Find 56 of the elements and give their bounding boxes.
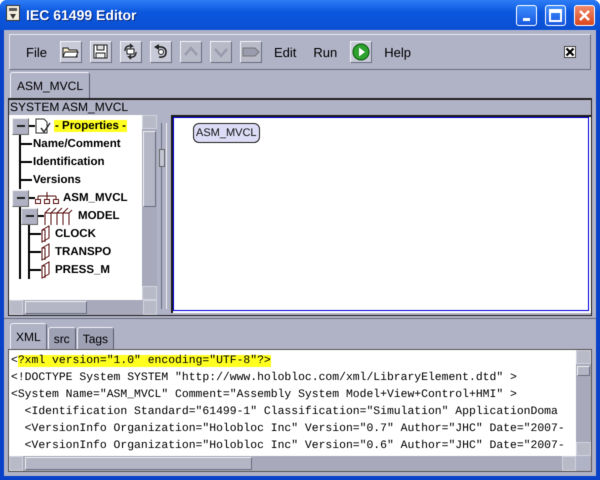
tree-item[interactable]: Identification — [32, 156, 106, 168]
system-node[interactable]: ASM_MVCL — [193, 123, 260, 143]
sync-button[interactable] — [120, 41, 142, 63]
document-icon — [35, 118, 51, 134]
tab[interactable]: XML — [10, 323, 47, 349]
minimize-icon — [523, 18, 530, 21]
maximize-icon — [549, 8, 562, 22]
tree-item[interactable]: TRANSPO — [54, 246, 112, 258]
horizontal-scrollbar[interactable] — [9, 456, 576, 471]
run-button[interactable] — [350, 41, 372, 63]
code-line: <?xml version="1.0" encoding="UTF-8"?> — [11, 354, 272, 369]
window-title: IEC 61499 Editor — [26, 7, 138, 23]
menu-item[interactable]: Run — [306, 40, 344, 64]
tab[interactable]: ASM_MVCL — [10, 72, 90, 98]
code-line: <!DOCTYPE System SYSTEM "http://www.holobloc.com/xml/LibraryElement.dtd" > — [11, 370, 518, 386]
minimize-button[interactable] — [516, 4, 537, 26]
collapse-toggle[interactable] — [12, 190, 29, 206]
code-line: <System Name="ASM_MVCL" Comment="Assembly System Model+View+Control+HMI" > — [11, 388, 518, 403]
revert-button[interactable] — [150, 41, 172, 63]
tab[interactable]: src — [48, 327, 76, 349]
resource-icon — [41, 225, 51, 243]
save-button[interactable] — [90, 41, 112, 63]
open-button[interactable] — [60, 41, 82, 63]
tree-item[interactable]: CLOCK — [54, 228, 97, 240]
tree-item[interactable]: Name/Comment — [32, 138, 122, 150]
xml-editor[interactable] — [9, 350, 576, 456]
tree-item[interactable]: Versions — [32, 174, 82, 186]
collapse-toggle[interactable] — [12, 118, 29, 134]
tab[interactable]: Tags — [76, 327, 114, 349]
resource-icon — [41, 243, 51, 261]
vertical-scrollbar[interactable] — [576, 350, 591, 456]
menu-item[interactable]: Help — [377, 40, 418, 64]
menu-item[interactable]: File — [19, 40, 54, 64]
close-icon — [578, 8, 591, 22]
tree-item[interactable]: ASM_MVCL — [62, 192, 129, 204]
code-line: <Identification Standard="61499-1" Classification="Simulation" ApplicationDoma — [24, 404, 559, 420]
menu-item[interactable]: Edit — [266, 40, 304, 64]
app-icon — [6, 4, 20, 20]
tree-item[interactable]: MODEL — [77, 210, 121, 222]
resource-icon — [41, 261, 51, 279]
network-icon — [35, 190, 59, 206]
splitter-handle[interactable] — [159, 149, 165, 167]
close-icon — [564, 46, 576, 58]
collapse-toggle[interactable] — [21, 208, 38, 224]
close-button[interactable] — [574, 4, 595, 26]
device-icon — [44, 206, 74, 226]
play-icon — [351, 42, 372, 62]
tree-item[interactable]: - Properties - — [54, 120, 127, 132]
code-line: <VersionInfo Organization="Holobloc Inc" Version="0.7" Author="JHC" Date="2007- — [24, 422, 566, 437]
code-line: <VersionInfo Organization="Holobloc Inc" Version="0.6" Author="JHC" Date="2007- — [24, 438, 566, 454]
vertical-scrollbar[interactable] — [142, 115, 157, 300]
tree-item[interactable]: PRESS_M — [54, 264, 111, 276]
horizontal-scrollbar[interactable] — [9, 300, 157, 315]
close-panel-button[interactable] — [562, 44, 578, 60]
panel-title: SYSTEM ASM_MVCL — [9, 100, 128, 115]
maximize-button[interactable] — [545, 4, 566, 26]
